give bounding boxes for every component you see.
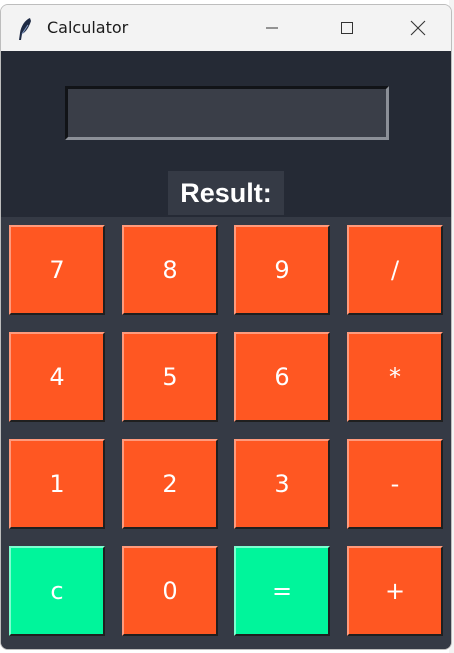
keypad: 7 8 9 / 4 5 6 * 1 2 3 - c 0 = + bbox=[1, 217, 451, 649]
window-title: Calculator bbox=[47, 18, 129, 37]
minimize-button[interactable] bbox=[244, 5, 300, 51]
key-divide[interactable]: / bbox=[347, 225, 443, 315]
key-3[interactable]: 3 bbox=[234, 439, 330, 529]
key-8[interactable]: 8 bbox=[122, 225, 218, 315]
key-0[interactable]: 0 bbox=[122, 546, 218, 636]
close-button[interactable] bbox=[390, 5, 446, 51]
close-icon bbox=[410, 20, 426, 36]
key-6[interactable]: 6 bbox=[234, 332, 330, 422]
maximize-icon bbox=[341, 22, 353, 34]
key-clear[interactable]: c bbox=[9, 546, 105, 636]
key-equals[interactable]: = bbox=[234, 546, 330, 636]
key-7[interactable]: 7 bbox=[9, 225, 105, 315]
key-1[interactable]: 1 bbox=[9, 439, 105, 529]
key-add[interactable]: + bbox=[347, 546, 443, 636]
key-5[interactable]: 5 bbox=[122, 332, 218, 422]
calculator-body: Result: 7 8 9 / 4 5 6 * 1 2 3 - c 0 = + bbox=[1, 51, 451, 649]
key-2[interactable]: 2 bbox=[122, 439, 218, 529]
key-9[interactable]: 9 bbox=[234, 225, 330, 315]
maximize-button[interactable] bbox=[319, 5, 375, 51]
feather-icon bbox=[16, 17, 34, 41]
title-bar[interactable]: Calculator bbox=[1, 5, 451, 51]
key-multiply[interactable]: * bbox=[347, 332, 443, 422]
calculator-window: Calculator Result: 7 8 9 / 4 5 6 * 1 2 3… bbox=[0, 4, 452, 650]
result-label: Result: bbox=[168, 171, 284, 215]
key-4[interactable]: 4 bbox=[9, 332, 105, 422]
key-subtract[interactable]: - bbox=[347, 439, 443, 529]
expression-input[interactable] bbox=[65, 86, 389, 140]
minimize-icon bbox=[266, 27, 278, 29]
